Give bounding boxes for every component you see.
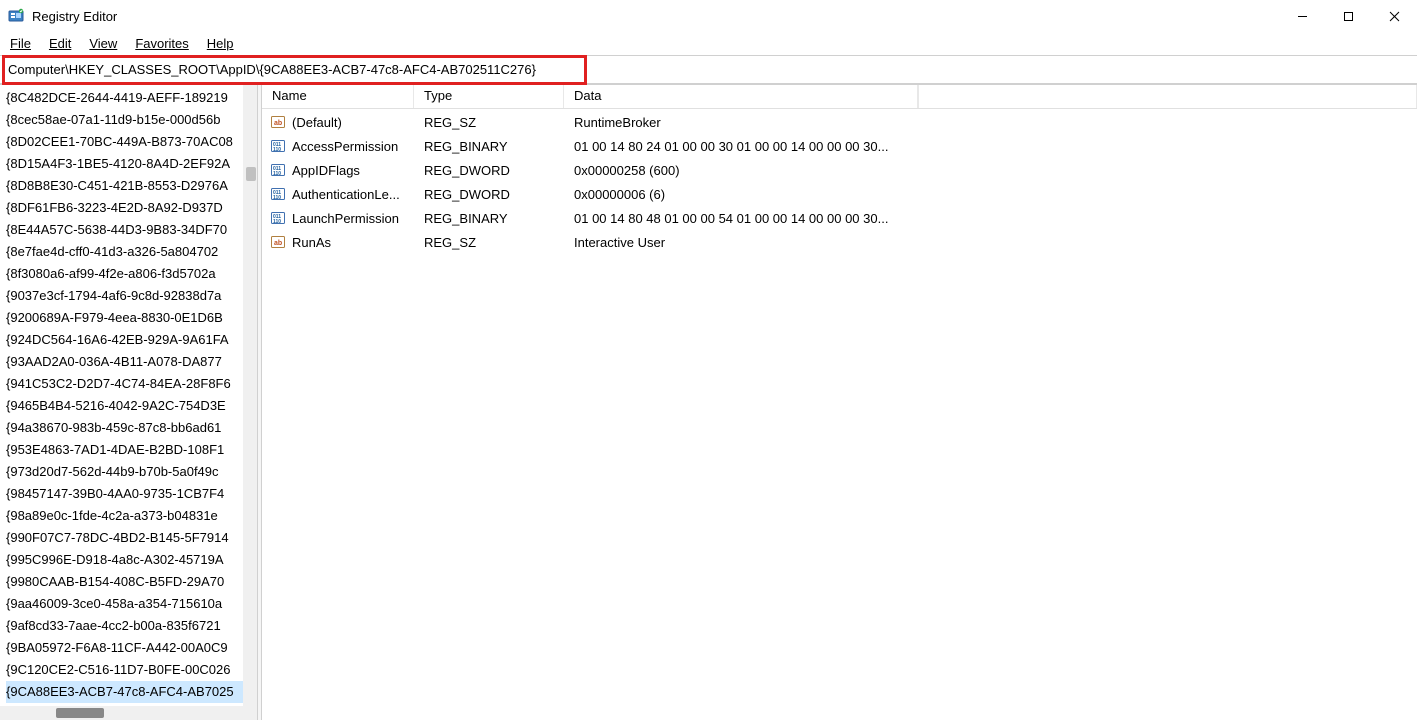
value-row[interactable]: 011110 AuthenticationLe...REG_DWORD0x0000…	[262, 182, 1417, 206]
svg-text:110: 110	[273, 171, 281, 177]
menu-view[interactable]: View	[89, 36, 117, 51]
tree-item[interactable]: {9BA05972-F6A8-11CF-A442-00A0C9	[6, 637, 257, 659]
menu-help[interactable]: Help	[207, 36, 234, 51]
tree-pane[interactable]: {8C482DCE-2644-4419-AEFF-189219{8cec58ae…	[0, 85, 258, 720]
reg-binary-icon: 011110	[268, 186, 288, 202]
main-split: {8C482DCE-2644-4419-AEFF-189219{8cec58ae…	[0, 84, 1417, 720]
svg-text:110: 110	[273, 219, 281, 225]
column-header-data[interactable]: Data	[564, 85, 918, 108]
value-name: AccessPermission	[292, 139, 414, 154]
column-header-spacer	[918, 85, 1417, 108]
column-header-type[interactable]: Type	[414, 85, 564, 108]
tree-item[interactable]: {9aa46009-3ce0-458a-a354-715610a	[6, 593, 257, 615]
value-data: Interactive User	[564, 235, 1417, 250]
value-name: AuthenticationLe...	[292, 187, 414, 202]
value-name: RunAs	[292, 235, 414, 250]
tree-item[interactable]: {924DC564-16A6-42EB-929A-9A61FA	[6, 329, 257, 351]
value-type: REG_DWORD	[414, 187, 564, 202]
tree-item[interactable]: {8e7fae4d-cff0-41d3-a326-5a804702	[6, 241, 257, 263]
value-row[interactable]: ab (Default)REG_SZRuntimeBroker	[262, 110, 1417, 134]
value-data: 0x00000258 (600)	[564, 163, 1417, 178]
minimize-button[interactable]	[1279, 0, 1325, 32]
address-bar-container	[0, 55, 1417, 84]
value-data: 0x00000006 (6)	[564, 187, 1417, 202]
window-controls	[1279, 0, 1417, 32]
tree-item[interactable]: {9CA88EE3-ACB7-47c8-AFC4-AB7025	[6, 681, 257, 703]
menu-file[interactable]: File	[10, 36, 31, 51]
tree-item[interactable]: {8C482DCE-2644-4419-AEFF-189219	[6, 87, 257, 109]
value-data: 01 00 14 80 48 01 00 00 54 01 00 00 14 0…	[564, 211, 1417, 226]
reg-binary-icon: 011110	[268, 162, 288, 178]
value-type: REG_DWORD	[414, 163, 564, 178]
tree-item[interactable]: {9980CAAB-B154-408C-B5FD-29A70	[6, 571, 257, 593]
title-bar: Registry Editor	[0, 0, 1417, 32]
tree-item[interactable]: {953E4863-7AD1-4DAE-B2BD-108F1	[6, 439, 257, 461]
menu-favorites[interactable]: Favorites	[135, 36, 188, 51]
value-type: REG_SZ	[414, 235, 564, 250]
tree-item[interactable]: {9C120CE2-C516-11D7-B0FE-00C026	[6, 659, 257, 681]
value-type: REG_BINARY	[414, 211, 564, 226]
svg-text:ab: ab	[274, 240, 282, 247]
tree-item[interactable]: {8E44A57C-5638-44D3-9B83-34DF70	[6, 219, 257, 241]
tree-item[interactable]: {8D02CEE1-70BC-449A-B873-70AC08	[6, 131, 257, 153]
reg-binary-icon: 011110	[268, 138, 288, 154]
menu-edit[interactable]: Edit	[49, 36, 71, 51]
close-button[interactable]	[1371, 0, 1417, 32]
svg-text:110: 110	[273, 147, 281, 153]
svg-text:110: 110	[273, 195, 281, 201]
value-row[interactable]: ab RunAsREG_SZInteractive User	[262, 230, 1417, 254]
value-name: LaunchPermission	[292, 211, 414, 226]
tree-item[interactable]: {9037e3cf-1794-4af6-9c8d-92838d7a	[6, 285, 257, 307]
tree-item[interactable]: {9465B4B4-5216-4042-9A2C-754D3E	[6, 395, 257, 417]
tree-vertical-scroll-thumb[interactable]	[246, 167, 256, 181]
menu-bar: File Edit View Favorites Help	[0, 32, 1417, 55]
window-title: Registry Editor	[32, 9, 117, 24]
tree-item[interactable]: {9200689A-F979-4eea-8830-0E1D6B	[6, 307, 257, 329]
tree-item[interactable]: {990F07C7-78DC-4BD2-B145-5F7914	[6, 527, 257, 549]
value-name: (Default)	[292, 115, 414, 130]
tree-item[interactable]: {94a38670-983b-459c-87c8-bb6ad61	[6, 417, 257, 439]
value-type: REG_BINARY	[414, 139, 564, 154]
values-pane: Name Type Data ab(Default)REG_SZRuntimeB…	[262, 85, 1417, 720]
tree-item[interactable]: {8D8B8E30-C451-421B-8553-D2976A	[6, 175, 257, 197]
value-row[interactable]: 011110 AppIDFlagsREG_DWORD0x00000258 (600…	[262, 158, 1417, 182]
reg-binary-icon: 011110	[268, 210, 288, 226]
tree-horizontal-scrollbar[interactable]	[0, 706, 243, 720]
tree-item[interactable]: {8DF61FB6-3223-4E2D-8A92-D937D	[6, 197, 257, 219]
value-data: RuntimeBroker	[564, 115, 1417, 130]
tree-item[interactable]: {8cec58ae-07a1-11d9-b15e-000d56b	[6, 109, 257, 131]
column-headers: Name Type Data	[262, 85, 1417, 109]
tree-item[interactable]: {8D15A4F3-1BE5-4120-8A4D-2EF92A	[6, 153, 257, 175]
tree-item[interactable]: {93AAD2A0-036A-4B11-A078-DA877	[6, 351, 257, 373]
tree-item[interactable]: {941C53C2-D2D7-4C74-84EA-28F8F6	[6, 373, 257, 395]
column-header-name[interactable]: Name	[262, 85, 414, 108]
tree-item[interactable]: {973d20d7-562d-44b9-b70b-5a0f49c	[6, 461, 257, 483]
maximize-button[interactable]	[1325, 0, 1371, 32]
values-list[interactable]: ab(Default)REG_SZRuntimeBroker011110Acce…	[262, 109, 1417, 720]
value-type: REG_SZ	[414, 115, 564, 130]
value-row[interactable]: 011110 AccessPermissionREG_BINARY01 00 14…	[262, 134, 1417, 158]
value-data: 01 00 14 80 24 01 00 00 30 01 00 00 14 0…	[564, 139, 1417, 154]
svg-text:ab: ab	[274, 120, 282, 127]
tree-horizontal-scroll-thumb[interactable]	[56, 708, 104, 718]
tree-item[interactable]: {995C996E-D918-4a8c-A302-45719A	[6, 549, 257, 571]
reg-string-icon: ab	[268, 234, 288, 250]
tree-item[interactable]: {8f3080a6-af99-4f2e-a806-f3d5702a	[6, 263, 257, 285]
tree-item[interactable]: {9af8cd33-7aae-4cc2-b00a-835f6721	[6, 615, 257, 637]
tree-item[interactable]: {98a89e0c-1fde-4c2a-a373-b04831e	[6, 505, 257, 527]
reg-string-icon: ab	[268, 114, 288, 130]
value-row[interactable]: 011110 LaunchPermissionREG_BINARY01 00 14…	[262, 206, 1417, 230]
tree-item[interactable]: {98457147-39B0-4AA0-9735-1CB7F4	[6, 483, 257, 505]
address-bar[interactable]	[6, 60, 1411, 79]
value-name: AppIDFlags	[292, 163, 414, 178]
regedit-icon	[8, 8, 24, 24]
tree-vertical-scrollbar[interactable]	[243, 85, 257, 720]
